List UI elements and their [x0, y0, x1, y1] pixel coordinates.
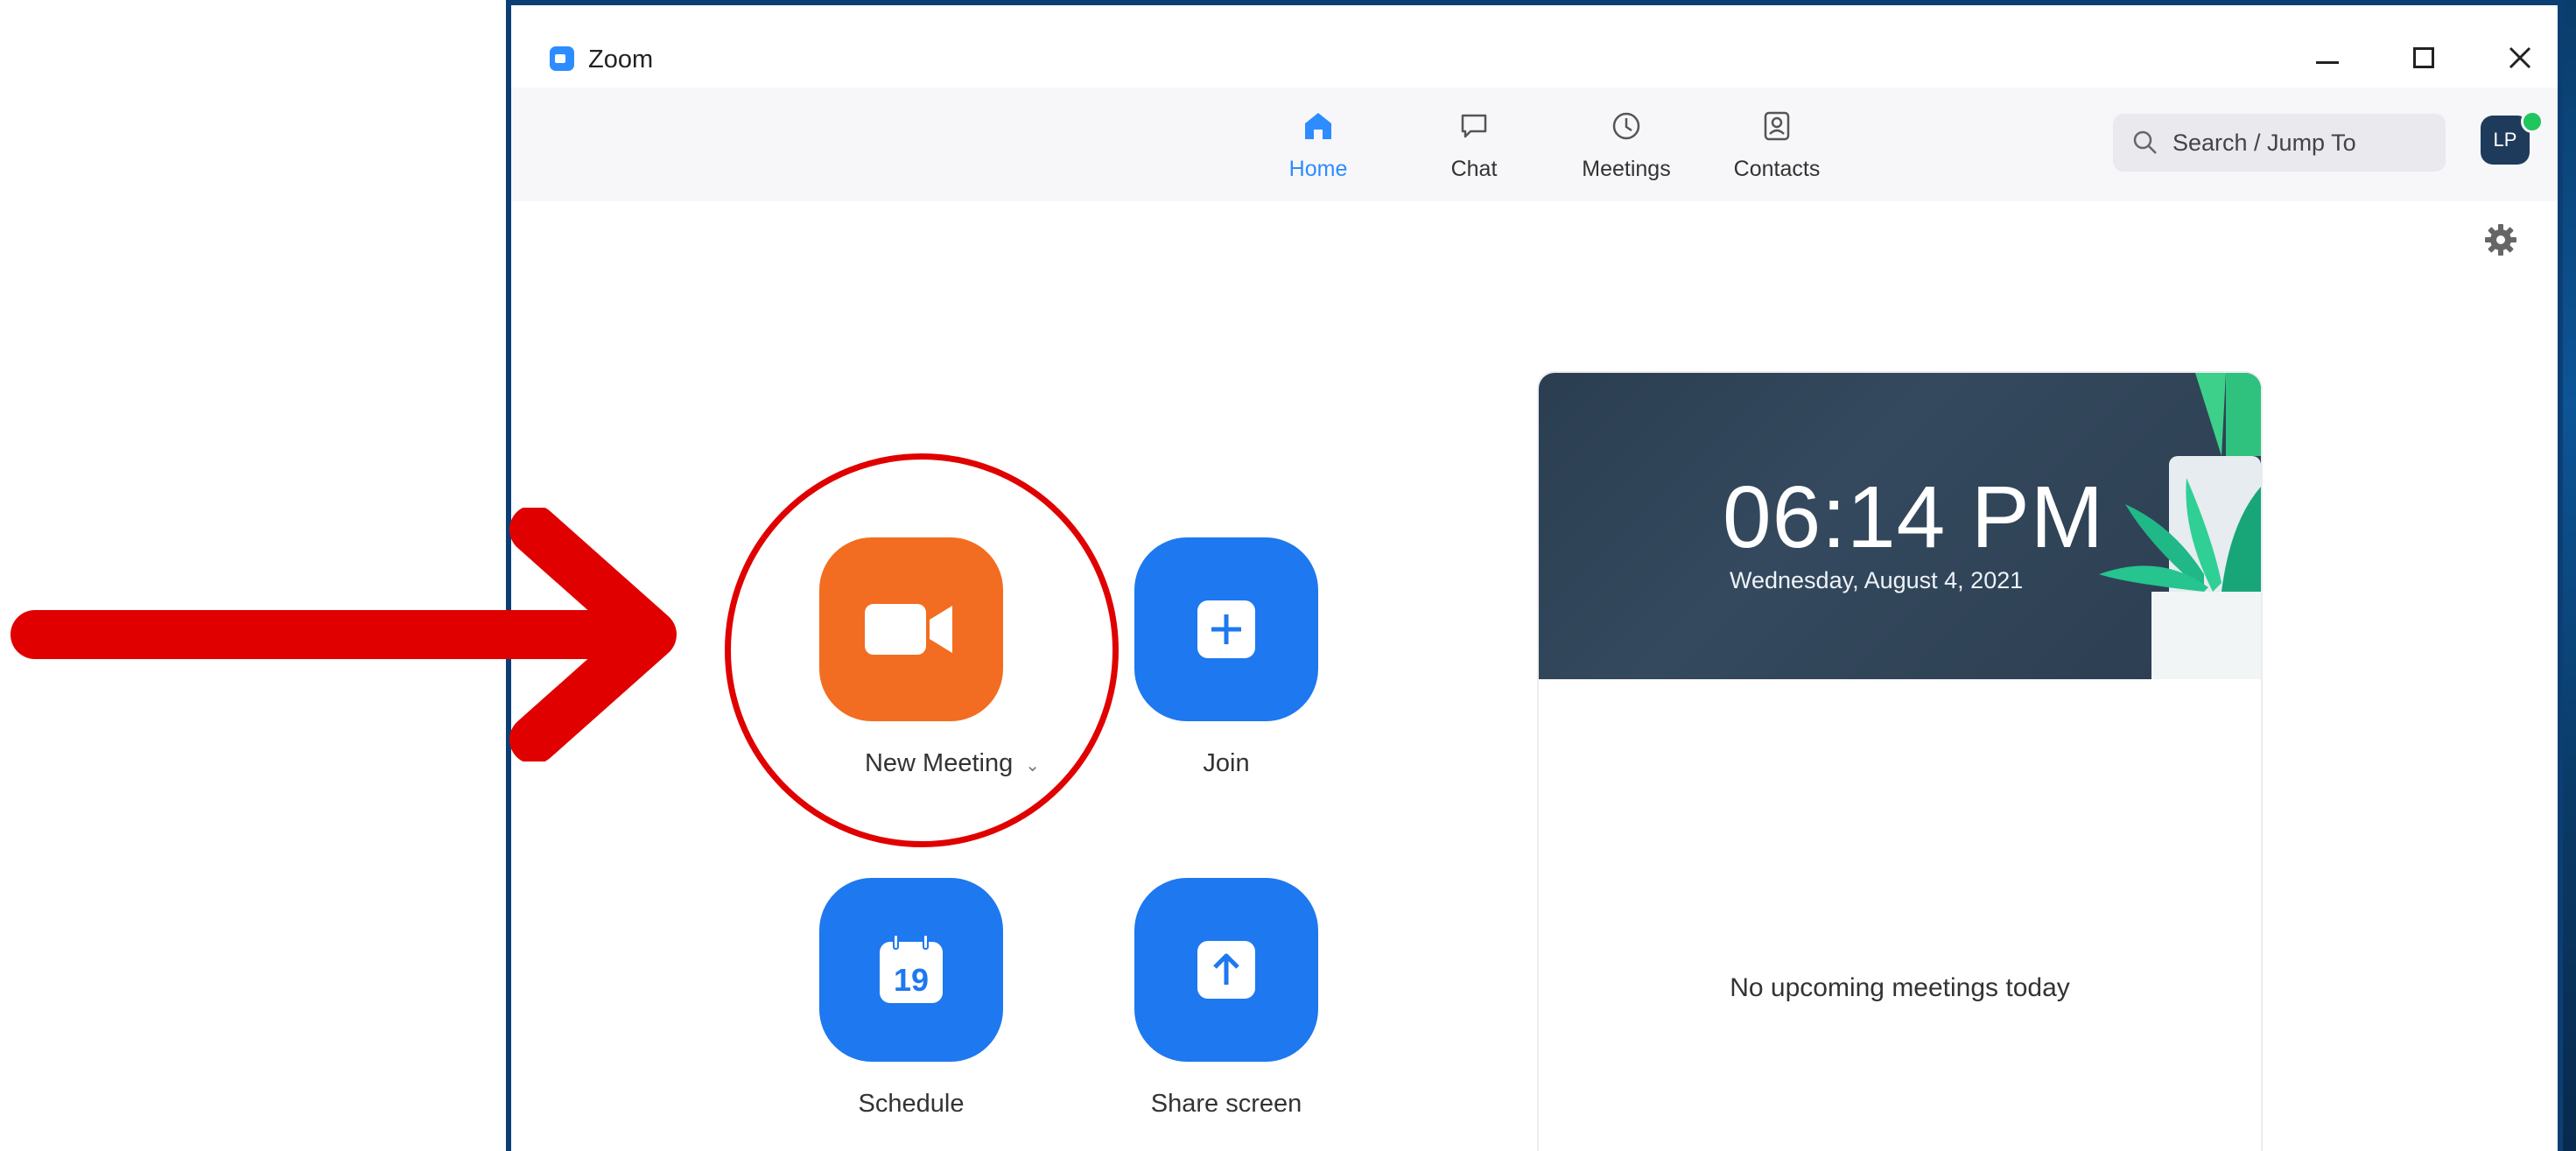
zoom-logo-icon	[550, 46, 574, 71]
minimize-icon	[2316, 60, 2339, 64]
maximize-icon	[2413, 47, 2434, 68]
annotation-circle	[725, 453, 1119, 847]
search-placeholder: Search / Jump To	[2172, 129, 2356, 156]
calendar-icon: 19	[880, 935, 943, 1003]
share-screen-label: Share screen	[1150, 1090, 1302, 1118]
close-button[interactable]	[2489, 32, 2551, 84]
tab-label: Home	[1288, 157, 1348, 181]
window-title: Zoom	[588, 46, 654, 74]
close-icon	[2509, 46, 2531, 69]
home-icon	[1305, 113, 1331, 139]
share-screen-button[interactable]	[1134, 878, 1318, 1062]
maximize-button[interactable]	[2393, 32, 2454, 84]
search-icon	[2133, 130, 2157, 154]
schedule-button[interactable]: 19	[819, 878, 1003, 1062]
window-border	[2558, 0, 2563, 1151]
calendar-day: 19	[894, 962, 929, 998]
tab-label: Meetings	[1582, 157, 1671, 181]
upload-arrow-icon	[1197, 941, 1255, 999]
chat-icon	[1461, 114, 1487, 138]
tab-label: Chat	[1450, 157, 1498, 181]
clock-banner: 06:14 PM Wednesday, August 4, 2021	[1539, 373, 2261, 679]
schedule-label: Schedule	[858, 1090, 965, 1118]
settings-gear-icon[interactable]	[2481, 221, 2520, 259]
clock-time: 06:14 PM	[1723, 468, 2105, 566]
clock-date: Wednesday, August 4, 2021	[1730, 567, 2024, 593]
tab-chat[interactable]: Chat	[1413, 105, 1535, 193]
tab-meetings[interactable]: Meetings	[1565, 105, 1688, 193]
tab-home[interactable]: Home	[1257, 105, 1379, 193]
upcoming-meetings-card: 06:14 PM Wednesday, August 4, 2021 No up…	[1539, 373, 2261, 1151]
plus-icon	[1197, 600, 1255, 658]
desktop-background	[2563, 0, 2576, 1151]
join-label: Join	[1203, 749, 1250, 777]
navigation-tab-bar: Home Chat Meetings Contacts Search / Jum…	[511, 88, 2558, 201]
search-input[interactable]: Search / Jump To	[2113, 114, 2446, 172]
minimize-button[interactable]	[2297, 32, 2358, 84]
plant-illustration	[2099, 373, 2261, 679]
clock-icon	[1612, 112, 1640, 140]
no-meetings-message: No upcoming meetings today	[1730, 973, 2070, 1002]
join-button[interactable]	[1134, 537, 1318, 721]
contacts-icon	[1764, 111, 1790, 141]
annotation-arrow	[11, 508, 677, 761]
online-status-dot	[2521, 110, 2544, 133]
title-bar[interactable]: Zoom	[511, 5, 2558, 88]
tab-label: Contacts	[1733, 157, 1821, 181]
tab-contacts[interactable]: Contacts	[1716, 105, 1838, 193]
